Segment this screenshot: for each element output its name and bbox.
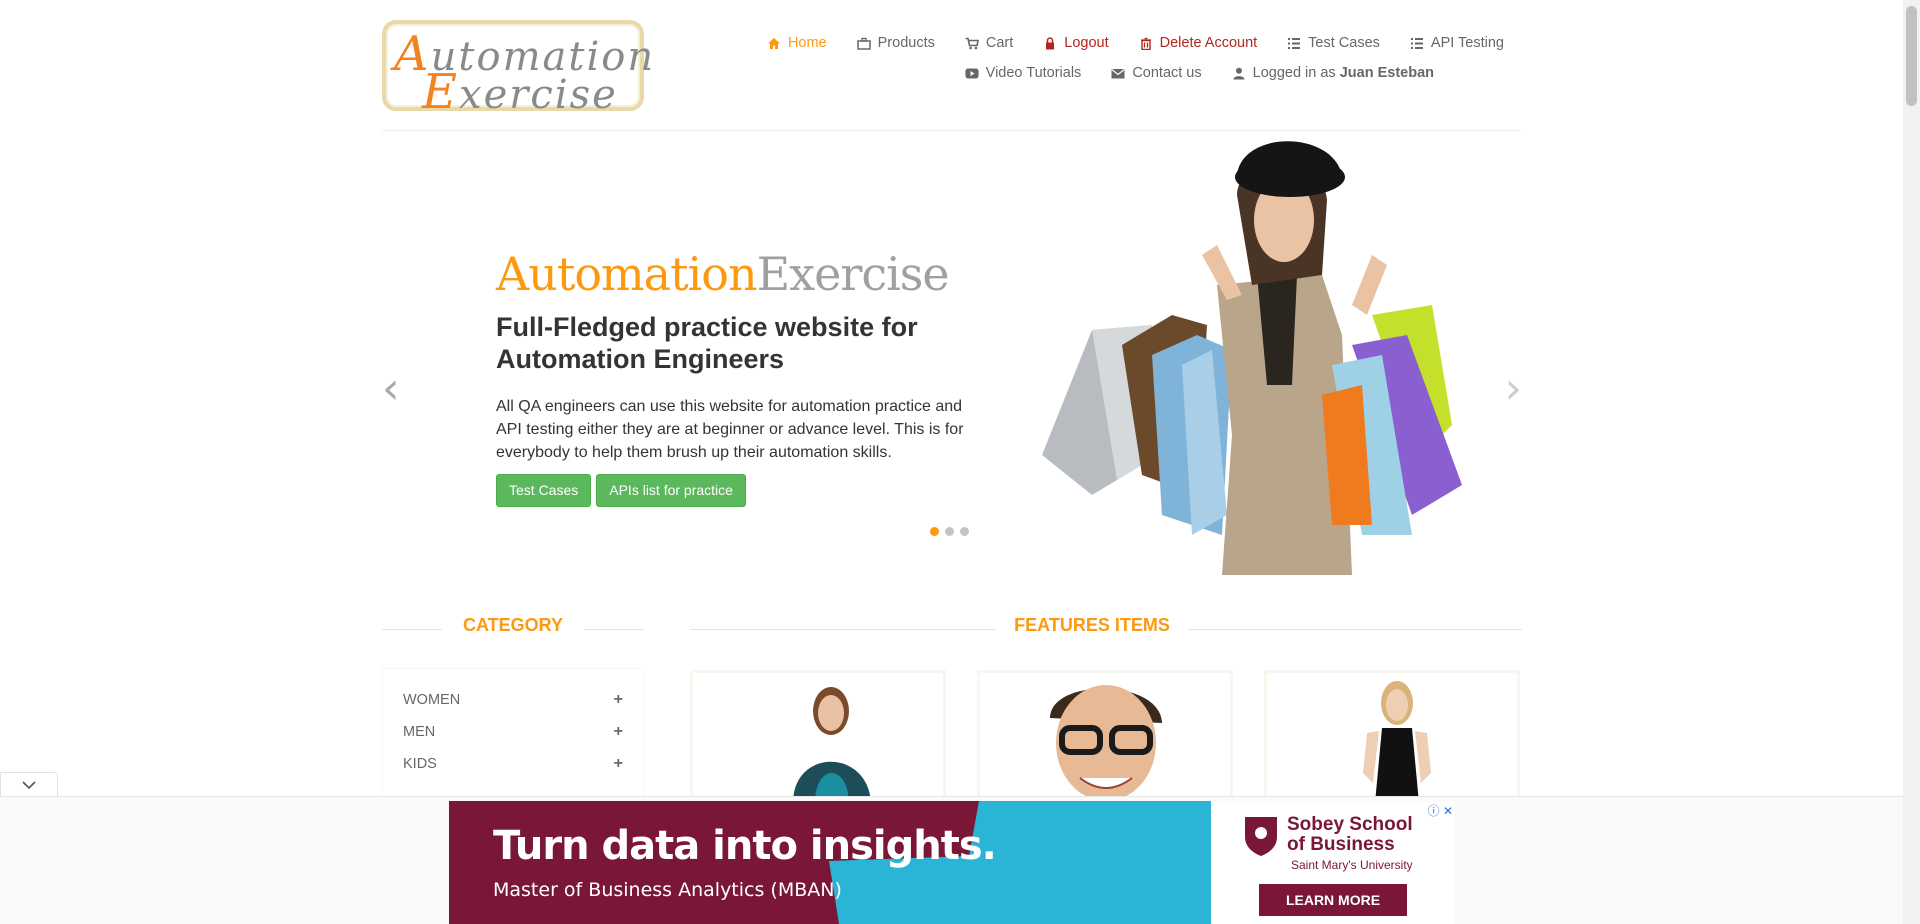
header-divider xyxy=(382,130,1522,131)
product-image xyxy=(1050,685,1162,797)
nav-home[interactable]: Home xyxy=(767,35,827,51)
category-men[interactable]: MEN + xyxy=(383,716,643,748)
carousel-dot-1[interactable] xyxy=(930,527,939,536)
logged-in-text: Logged in as Juan Esteban xyxy=(1253,65,1434,81)
nav-cart-label: Cart xyxy=(985,35,1014,51)
ad-university: Saint Mary's University xyxy=(1291,858,1413,872)
logged-in-status: Logged in as Juan Esteban xyxy=(1232,65,1434,81)
logo-line-2: Exercise xyxy=(422,64,618,120)
features-title-line-right xyxy=(1188,629,1522,630)
hero-paragraph: All QA engineers can use this website fo… xyxy=(496,398,964,461)
plus-icon[interactable]: + xyxy=(614,691,623,709)
ad-org-line-2: of Business xyxy=(1287,834,1395,855)
category-title-line-right xyxy=(584,629,644,630)
nav-home-label: Home xyxy=(787,35,827,51)
learn-more-button[interactable]: LEARN MORE xyxy=(1259,884,1407,916)
ad-org-name: Sobey School of Business xyxy=(1287,815,1413,855)
nav-api-testing-label: API Testing xyxy=(1430,35,1504,51)
main-nav: Home Products Cart Logout Delete Account… xyxy=(744,28,1504,88)
carousel-dot-2[interactable] xyxy=(945,527,954,536)
hero-heading: Full-Fledged practice website for Automa… xyxy=(496,312,918,374)
hero-brand-automation: Automation xyxy=(496,247,758,301)
nav-products[interactable]: Products xyxy=(856,35,935,51)
nav-row-1: Home Products Cart Logout Delete Account… xyxy=(744,28,1504,58)
list-icon xyxy=(1288,37,1301,49)
category-title-line-left xyxy=(382,629,442,630)
nav-cart[interactable]: Cart xyxy=(965,35,1013,51)
features-title-line-left xyxy=(690,629,996,630)
category-women-label: WOMEN xyxy=(403,692,461,708)
hero-carousel: ‹ AutomationExercise Full-Fledged practi… xyxy=(382,135,1522,575)
product-card[interactable] xyxy=(690,670,946,800)
nav-contact-us-label: Contact us xyxy=(1132,65,1202,81)
product-image xyxy=(1363,681,1431,797)
nav-logout[interactable]: Logout xyxy=(1043,35,1109,51)
ad-brand-panel: Sobey School of Business Saint Mary's Uni… xyxy=(1211,801,1455,924)
plus-icon[interactable]: + xyxy=(614,755,623,773)
banner-ad[interactable]: Turn data into insights. Master of Busin… xyxy=(449,801,1455,924)
nav-api-testing[interactable]: API Testing xyxy=(1410,35,1504,51)
nav-test-cases[interactable]: Test Cases xyxy=(1287,35,1380,51)
ad-org-line-1: Sobey School xyxy=(1287,814,1413,835)
apis-list-button[interactable]: APIs list for practice xyxy=(596,474,746,507)
nav-delete-account-label: Delete Account xyxy=(1159,35,1258,51)
nav-logout-label: Logout xyxy=(1064,35,1109,51)
product-card[interactable] xyxy=(977,670,1233,800)
university-crest-icon xyxy=(1245,817,1277,856)
nav-delete-account[interactable]: Delete Account xyxy=(1139,35,1258,51)
nav-video-tutorials-label: Video Tutorials xyxy=(985,65,1082,81)
cart-icon xyxy=(965,37,979,49)
carousel-prev-arrow[interactable]: ‹ xyxy=(382,367,400,411)
youtube-icon xyxy=(965,68,979,78)
category-men-label: MEN xyxy=(403,724,436,740)
nav-row-2: Video Tutorials Contact us Logged in as … xyxy=(744,58,1434,88)
ad-headline: Turn data into insights. xyxy=(493,823,997,869)
logged-in-label: Logged in as xyxy=(1252,65,1340,81)
lock-icon xyxy=(1046,36,1055,49)
nav-contact-us[interactable]: Contact us xyxy=(1111,65,1202,81)
test-cases-button[interactable]: Test Cases xyxy=(496,474,592,507)
logo-cap-e: E xyxy=(422,64,460,120)
product-image xyxy=(793,687,871,797)
nav-products-label: Products xyxy=(877,35,935,51)
ad-close-icon[interactable]: ⓘ ✕ xyxy=(1428,802,1453,819)
category-title: CATEGORY xyxy=(462,615,563,635)
features-title: FEATURES ITEMS xyxy=(1014,615,1170,635)
carousel-next-arrow[interactable]: › xyxy=(1504,367,1522,411)
hero-buttons: Test Cases APIs list for practice xyxy=(496,474,976,507)
carousel-indicators xyxy=(930,527,969,536)
hero-brand: AutomationExercise xyxy=(496,247,976,301)
home-icon xyxy=(767,37,780,49)
logo-text-2: xercise xyxy=(459,72,618,118)
category-panel: WOMEN + MEN + KIDS + xyxy=(382,668,644,798)
nav-test-cases-label: Test Cases xyxy=(1308,35,1380,51)
category-women[interactable]: WOMEN + xyxy=(383,684,643,716)
logged-in-username: Juan Esteban xyxy=(1339,65,1434,81)
hero-text-block: AutomationExercise Full-Fledged practice… xyxy=(496,247,976,507)
product-card[interactable] xyxy=(1264,670,1520,800)
hero-image-shopping-girl xyxy=(1042,141,1462,575)
list-icon xyxy=(1410,37,1423,49)
category-kids-label: KIDS xyxy=(403,756,437,772)
scrollbar-thumb[interactable] xyxy=(1906,6,1917,106)
category-kids[interactable]: KIDS + xyxy=(383,748,643,780)
plus-icon[interactable]: + xyxy=(614,723,623,741)
nav-video-tutorials[interactable]: Video Tutorials xyxy=(965,65,1082,81)
briefcase-icon xyxy=(856,37,871,50)
hero-brand-exercise: Exercise xyxy=(756,247,950,301)
page-scrollbar[interactable] xyxy=(1903,0,1920,924)
ad-subline: Master of Business Analytics (MBAN) xyxy=(493,879,842,901)
site-logo[interactable]: Automation Exercise xyxy=(382,20,653,120)
trash-icon xyxy=(1140,37,1151,50)
ad-collapse-button[interactable] xyxy=(0,772,58,797)
chevron-down-icon xyxy=(22,780,36,789)
carousel-dot-3[interactable] xyxy=(960,527,969,536)
user-icon xyxy=(1233,67,1245,79)
envelope-icon xyxy=(1111,68,1125,78)
